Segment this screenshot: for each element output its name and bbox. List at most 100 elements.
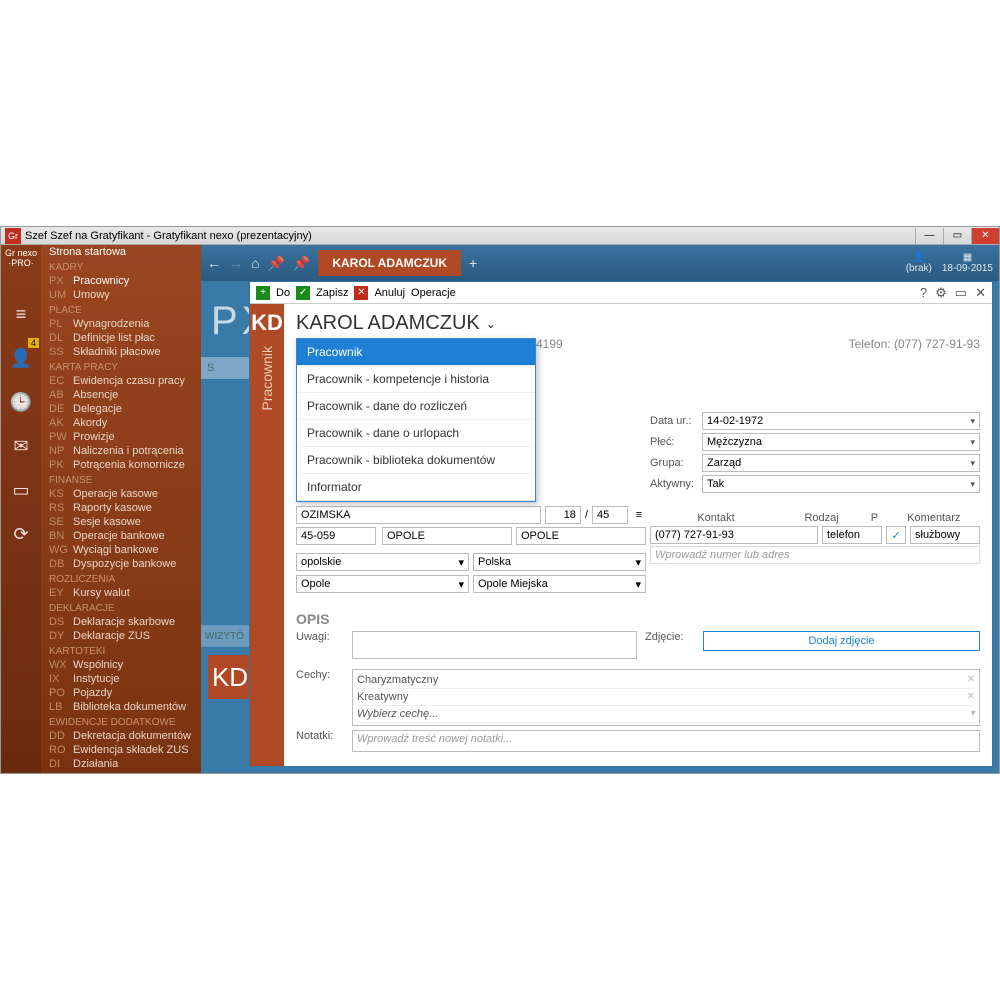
nav-item[interactable]: PXPracownicy — [41, 274, 201, 288]
apt-no-input[interactable]: 45 — [592, 506, 628, 524]
dropdown-item[interactable]: Pracownik - biblioteka dokumentów — [297, 447, 535, 474]
nav-item[interactable]: KSOperacje kasowe — [41, 487, 201, 501]
contact-primary-checkbox[interactable]: ✓ — [886, 526, 906, 544]
cechy-list[interactable]: Charyzmatyczny✕Kreatywny✕Wybierz cechę..… — [352, 669, 980, 726]
nav-item[interactable]: WGWyciągi bankowe — [41, 543, 201, 557]
voiv-select[interactable]: opolskie▾ — [296, 553, 469, 571]
nav-item[interactable]: UMUmowy — [41, 288, 201, 302]
nav-item[interactable]: DBDyspozycje bankowe — [41, 557, 201, 571]
nav-item[interactable]: WXWspólnicy — [41, 658, 201, 672]
dropdown-item[interactable]: Pracownik - kompetencje i historia — [297, 366, 535, 393]
sex-select[interactable]: Mężczyzna▾ — [702, 433, 980, 451]
nav-item[interactable]: DIDziałania — [41, 757, 201, 771]
nav-fwd-icon[interactable]: → — [229, 255, 243, 271]
active-tab[interactable]: KAROL ADAMCZUK — [318, 250, 461, 276]
expand-icon[interactable]: ▭ — [955, 285, 967, 301]
dialog-close-icon[interactable]: ✕ — [975, 285, 986, 301]
save-icon[interactable]: ✓ — [296, 286, 310, 300]
trait-tag[interactable]: Kreatywny✕ — [357, 689, 975, 706]
user-indicator[interactable]: 👤(brak) — [906, 252, 932, 274]
nav-item[interactable]: LBBiblioteka dokumentów — [41, 700, 201, 714]
trait-tag[interactable]: Charyzmatyczny✕ — [357, 672, 975, 689]
users-icon[interactable]: 👤4 — [4, 341, 38, 375]
add-tab-icon[interactable]: + — [469, 255, 477, 271]
nav-item[interactable]: SSSkładniki płacowe — [41, 345, 201, 359]
pin2-icon[interactable]: 📌 — [293, 255, 310, 272]
city-input[interactable]: OPOLE — [382, 527, 512, 545]
minimize-button[interactable]: — — [915, 228, 943, 244]
country-select[interactable]: Polska▾ — [473, 553, 646, 571]
active-select[interactable]: Tak▾ — [702, 475, 980, 493]
personal-fields: Data ur.:14-02-1972▾ Płeć:Mężczyzna▾ Gru… — [650, 412, 980, 493]
help-icon[interactable]: ? — [920, 285, 927, 301]
addr-menu-icon[interactable]: ≡ — [632, 509, 646, 521]
contact-number[interactable]: (077) 727-91-93 — [650, 526, 818, 544]
nav-item[interactable]: ABAbsencje — [41, 388, 201, 402]
contact-comment[interactable]: służbowy — [910, 526, 980, 544]
nav-item[interactable]: DSDeklaracje skarbowe — [41, 615, 201, 629]
sync-icon[interactable]: ⟳ — [4, 517, 38, 551]
add-icon[interactable]: + — [256, 286, 270, 300]
nav-item[interactable]: RSRaporty kasowe — [41, 501, 201, 515]
nav-item[interactable]: IXInstytucje — [41, 672, 201, 686]
postal-input[interactable]: 45-059 — [296, 527, 376, 545]
nav-item[interactable]: DYDeklaracje ZUS — [41, 629, 201, 643]
app-logo: Gr nexo ·PRO· — [4, 249, 38, 283]
nav-group-header: KARTA PRACY — [41, 361, 201, 374]
dropdown-item[interactable]: Pracownik - dane o urlopach — [297, 420, 535, 447]
nav-item[interactable]: SESesje kasowe — [41, 515, 201, 529]
nav[interactable]: Strona startowaKADRYPXPracownicyUMUmowyP… — [41, 245, 201, 773]
cert-icon[interactable]: ▭ — [4, 473, 38, 507]
clock-icon[interactable]: 🕒 — [4, 385, 38, 419]
street-input[interactable]: OZIMSKA — [296, 506, 541, 524]
close-button[interactable]: ✕ — [971, 228, 999, 244]
add-photo-button[interactable]: Dodaj zdjęcie — [703, 631, 980, 651]
pin-icon[interactable]: 📌 — [267, 255, 284, 272]
trait-ghost[interactable]: Wybierz cechę...▾ — [357, 706, 975, 723]
home-icon[interactable]: ⌂ — [251, 255, 259, 271]
nav-item[interactable]: PWProwizje — [41, 430, 201, 444]
nav-item[interactable]: RPRaporty — [41, 771, 201, 773]
group-select[interactable]: Zarząd▾ — [702, 454, 980, 472]
nav-item[interactable]: ROEwidencja składek ZUS — [41, 743, 201, 757]
city2-input[interactable]: OPOLE — [516, 527, 646, 545]
gear-icon[interactable]: ⚙ — [935, 285, 947, 301]
nav-start[interactable]: Strona startowa — [41, 245, 201, 259]
dropdown-item[interactable]: Pracownik - dane do rozliczeń — [297, 393, 535, 420]
date-indicator[interactable]: ▦18-09-2015 — [942, 252, 993, 274]
contact-kind[interactable]: telefon — [822, 526, 882, 544]
nav-item[interactable]: ECEwidencja czasu pracy — [41, 374, 201, 388]
notatki-ghost[interactable]: Wprowadź treść nowej notatki... — [352, 730, 980, 752]
nav-item[interactable]: EYKursy walut — [41, 586, 201, 600]
nav-item[interactable]: PLWynagrodzenia — [41, 317, 201, 331]
dropdown-item[interactable]: Pracownik — [297, 339, 535, 366]
form-area: KAROL ADAMCZUK⌄ PracownikPracownik - kom… — [284, 304, 992, 766]
nav-back-icon[interactable]: ← — [207, 255, 221, 271]
nav-item[interactable]: NPNaliczenia i potrącenia — [41, 444, 201, 458]
cancel-icon[interactable]: ✕ — [354, 286, 368, 300]
uwagi-textarea[interactable] — [352, 631, 637, 659]
nav-item[interactable]: DLDefinicje list płac — [41, 331, 201, 345]
gmina-select[interactable]: Opole▾ — [296, 575, 469, 593]
dropdown-item[interactable]: Informator — [297, 474, 535, 501]
mail-icon[interactable]: ✉ — [4, 429, 38, 463]
operations-menu[interactable]: Operacje — [411, 287, 456, 299]
window-title: Szef Szef na Gratyfikant - Gratyfikant n… — [25, 230, 312, 242]
nav-item[interactable]: BNOperacje bankowe — [41, 529, 201, 543]
tab-strip: ← → ⌂ 📌 📌 KAROL ADAMCZUK + 👤(brak) ▦18-0… — [201, 245, 999, 281]
nav-item[interactable]: DDDekretacja dokumentów — [41, 729, 201, 743]
nav-item[interactable]: AKAkordy — [41, 416, 201, 430]
contact-add-ghost[interactable]: Wprowadź numer lub adres — [650, 546, 980, 564]
house-no-input[interactable]: 18 — [545, 506, 581, 524]
dob-input[interactable]: 14-02-1972▾ — [702, 412, 980, 430]
menu-icon[interactable]: ≡ — [4, 297, 38, 331]
nav-item[interactable]: DEDelegacje — [41, 402, 201, 416]
nav-item[interactable]: PKPotrącenia komornicze — [41, 458, 201, 472]
maximize-button[interactable]: ▭ — [943, 228, 971, 244]
save-button[interactable]: Zapisz — [316, 287, 348, 299]
person-name-dropdown[interactable]: KAROL ADAMCZUK⌄ PracownikPracownik - kom… — [296, 312, 980, 335]
post-office-select[interactable]: Opole Miejska▾ — [473, 575, 646, 593]
cancel-button[interactable]: Anuluj — [374, 287, 405, 299]
view-dropdown[interactable]: PracownikPracownik - kompetencje i histo… — [296, 338, 536, 502]
nav-item[interactable]: POPojazdy — [41, 686, 201, 700]
